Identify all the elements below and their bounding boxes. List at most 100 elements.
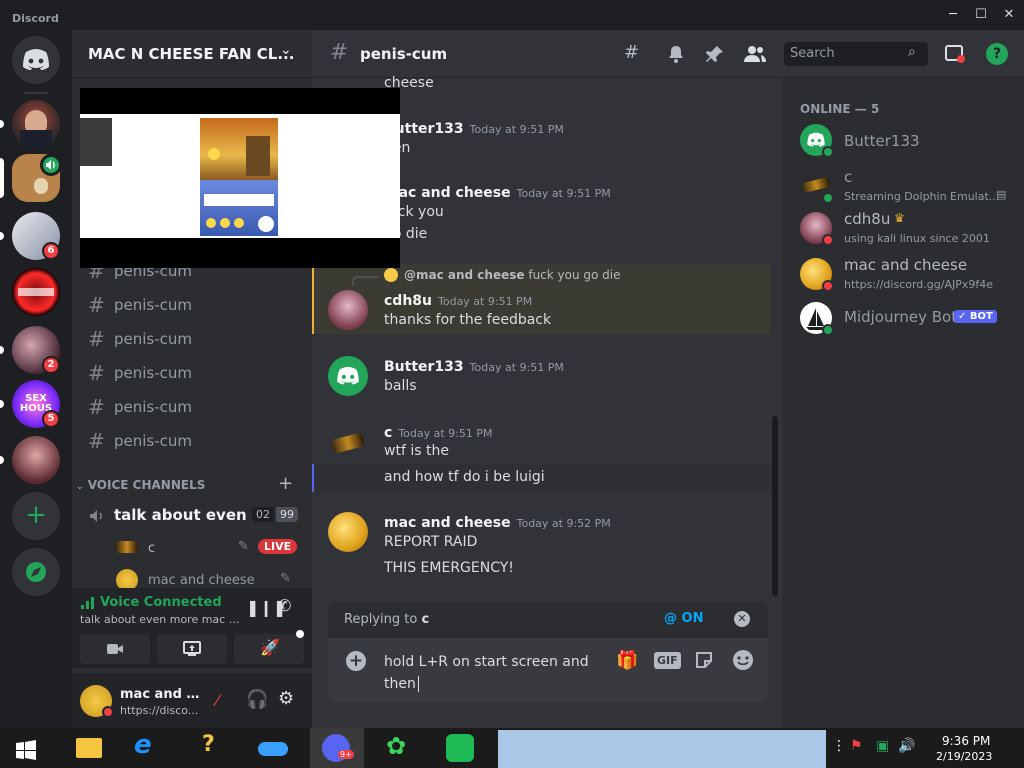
gift-icon[interactable]: 🎁	[616, 650, 638, 671]
reply-snippet[interactable]: fuck you go die	[528, 268, 620, 282]
avatar[interactable]	[328, 356, 368, 396]
voice-channel-item[interactable]: talk about even ... 02 99	[80, 499, 304, 531]
live-badge: LIVE	[258, 539, 298, 554]
message-author[interactable]: mac and cheese	[384, 185, 511, 201]
members-icon[interactable]	[744, 44, 766, 64]
search-box[interactable]: Search ⌕	[784, 42, 928, 66]
activities-button[interactable]: 🚀	[234, 630, 304, 664]
channel-item[interactable]: # penis-cum	[80, 425, 304, 457]
clock-time[interactable]: 9:36 PM	[942, 734, 990, 748]
online-status-icon	[822, 324, 834, 336]
minimize-button[interactable]: ─	[942, 6, 964, 24]
bell-icon[interactable]	[666, 44, 686, 64]
more-tray-icon[interactable]: ⋮	[832, 738, 846, 754]
username: mac and c...	[120, 687, 200, 702]
member-item[interactable]: mac and cheese https://discord.gg/AJPx9f…	[800, 256, 1020, 296]
member-name: Midjourney Bot	[844, 308, 958, 326]
volume-icon[interactable]: 🔊	[898, 738, 915, 754]
mention-toggle[interactable]: @ ON	[664, 611, 703, 626]
headphones-icon[interactable]: 🎧	[246, 689, 268, 710]
help-icon[interactable]: ?	[986, 43, 1008, 65]
add-server-button[interactable]: +	[12, 492, 60, 540]
channel-label: penis-cum	[114, 432, 193, 450]
guild-name: MAC N CHEESE FAN CL...	[88, 45, 295, 63]
guild-header[interactable]: MAC N CHEESE FAN CL... ⌄	[72, 30, 312, 78]
unread-badge: 2	[42, 356, 60, 374]
online-status-icon	[822, 146, 834, 158]
scrollbar[interactable]	[772, 416, 778, 596]
message-author[interactable]: mac and cheese	[384, 515, 511, 531]
voice-channel-sub[interactable]: talk about even more mac a...	[80, 613, 240, 626]
discord-logo-icon	[23, 49, 49, 70]
member-item[interactable]: cdh8u ♛ using kali linux since 2001	[800, 210, 1020, 250]
speaker-icon	[40, 154, 62, 176]
message-author[interactable]: cdh8u	[384, 293, 432, 309]
server-icon[interactable]	[12, 268, 60, 316]
voice-user-c[interactable]: c ✎ LIVE	[112, 535, 302, 561]
taskbar-window-preview[interactable]	[498, 730, 826, 768]
activity-icon: ▤	[996, 188, 1007, 201]
spotify-icon[interactable]	[442, 732, 478, 764]
reply-author[interactable]: @mac and cheese	[404, 268, 525, 282]
hash-icon: #	[88, 293, 105, 317]
member-activity[interactable]: https://discord.gg/AJPx9f4e	[844, 278, 993, 291]
message-composer: + hold L+R on start screen and then 🎁 GI…	[328, 638, 768, 702]
inbox-icon[interactable]	[944, 44, 966, 64]
discord-logo-icon	[337, 366, 359, 385]
hash-icon: #	[88, 395, 105, 419]
mute-mic-icon[interactable]: ⁄	[216, 691, 219, 710]
disconnect-icon[interactable]: ✆	[278, 596, 291, 615]
message-input[interactable]: hold L+R on start screen and then	[384, 651, 600, 695]
muted-mic-icon: ✎	[238, 539, 249, 554]
screen-share-icon	[183, 641, 201, 656]
home-button[interactable]	[12, 36, 60, 84]
message-text: THIS EMERGENCY!	[384, 560, 514, 576]
stream-preview-overlay[interactable]	[80, 88, 400, 268]
upload-plus-icon[interactable]: +	[346, 651, 366, 671]
voice-channels-header[interactable]: ⌄ VOICE CHANNELS	[76, 478, 205, 492]
gear-icon[interactable]: ⚙	[278, 688, 294, 709]
member-item[interactable]: Butter133	[800, 122, 1020, 162]
maximize-button[interactable]: ☐	[970, 6, 992, 24]
explore-servers-button[interactable]	[12, 548, 60, 596]
pin-icon[interactable]	[705, 44, 725, 64]
windows-start-icon[interactable]	[16, 740, 36, 760]
discord-app: Discord ─ ☐ ✕ 6 2 SEX HOUS 5 + MAC N CHE…	[0, 0, 1024, 768]
message-author[interactable]: Butter133	[384, 359, 464, 375]
help-tips-icon[interactable]: ?	[194, 732, 230, 764]
member-item[interactable]: c Streaming Dolphin Emulat... ▤	[800, 168, 1020, 208]
channel-item[interactable]: # penis-cum	[80, 357, 304, 389]
channel-header: # penis-cum # Search ⌕ ?	[312, 30, 1024, 78]
discord-taskbar-icon[interactable]: 9+	[318, 732, 354, 764]
server-icon[interactable]	[12, 436, 60, 484]
close-reply-icon[interactable]: ✕	[734, 611, 750, 627]
flag-icon[interactable]: ⚑	[850, 738, 863, 754]
channel-item[interactable]: # penis-cum	[80, 323, 304, 355]
avatar[interactable]	[328, 512, 368, 552]
network-icon[interactable]: ▣	[876, 738, 889, 754]
screen-share-button[interactable]	[157, 634, 227, 664]
clock-date[interactable]: 2/19/2023	[936, 750, 992, 763]
message-mention-highlight: @mac and cheese fuck you go die cdh8u Tod…	[312, 264, 770, 334]
server-icon[interactable]	[12, 100, 60, 148]
message-text: thanks for the feedback	[384, 312, 552, 328]
channel-item[interactable]: # penis-cum	[80, 391, 304, 423]
close-window-button[interactable]: ✕	[998, 6, 1020, 24]
gif-button[interactable]: GIF	[654, 652, 681, 669]
avatar[interactable]	[328, 290, 368, 330]
hash-icon: #	[88, 327, 105, 351]
file-explorer-icon[interactable]	[70, 732, 106, 764]
icq-icon[interactable]: ✿	[380, 732, 416, 764]
emoji-icon[interactable]	[732, 649, 754, 671]
camera-button[interactable]	[80, 634, 150, 664]
threads-icon[interactable]: #	[624, 42, 639, 63]
message-author[interactable]: c	[384, 425, 392, 441]
member-item[interactable]: Midjourney Bot ✓ BOT	[800, 300, 1020, 340]
dolphin-emulator-icon[interactable]	[254, 732, 290, 764]
sticker-icon[interactable]	[694, 650, 714, 670]
voice-user-name: mac and cheese	[148, 573, 255, 588]
avatar[interactable]	[330, 432, 366, 454]
internet-explorer-icon[interactable]: e	[128, 730, 164, 764]
add-channel-button[interactable]: +	[278, 473, 293, 494]
channel-item[interactable]: # penis-cum	[80, 289, 304, 321]
